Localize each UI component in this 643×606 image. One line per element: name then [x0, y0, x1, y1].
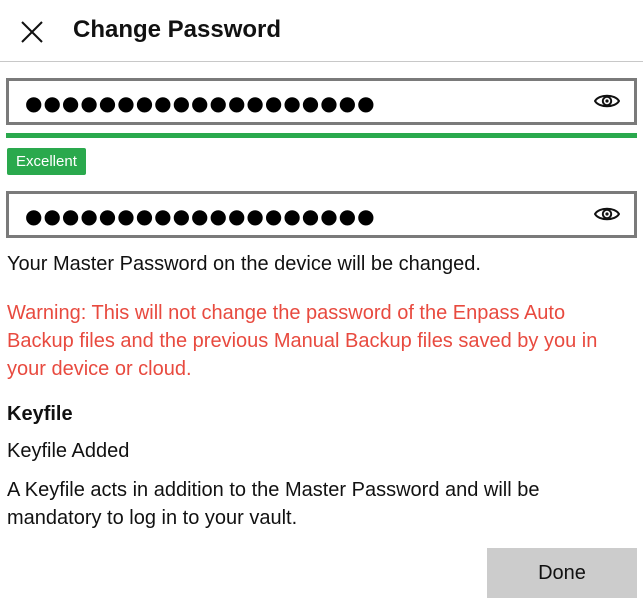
eye-icon[interactable]	[594, 204, 620, 224]
info-text: Your Master Password on the device will …	[7, 253, 481, 275]
strength-badge: Excellent	[7, 148, 86, 175]
close-button[interactable]	[14, 14, 50, 50]
confirm-password-field[interactable]: ●●●●●●●●●●●●●●●●●●●	[6, 191, 637, 238]
password-strength-fill	[6, 133, 637, 138]
keyfile-heading: Keyfile	[7, 403, 73, 425]
confirm-password-value: ●●●●●●●●●●●●●●●●●●●	[25, 204, 376, 228]
done-button[interactable]: Done	[487, 548, 637, 598]
header: Change Password	[0, 0, 643, 62]
close-icon	[21, 21, 43, 43]
password-strength-bar	[6, 133, 637, 138]
eye-icon[interactable]	[594, 91, 620, 111]
keyfile-description: A Keyfile acts in addition to the Master…	[7, 479, 540, 529]
page-title: Change Password	[73, 16, 282, 43]
keyfile-status: Keyfile Added	[7, 440, 130, 462]
warning-text: Warning: This will not change the passwo…	[7, 302, 598, 380]
new-password-field[interactable]: ●●●●●●●●●●●●●●●●●●●	[6, 78, 637, 125]
new-password-value: ●●●●●●●●●●●●●●●●●●●	[25, 91, 376, 115]
